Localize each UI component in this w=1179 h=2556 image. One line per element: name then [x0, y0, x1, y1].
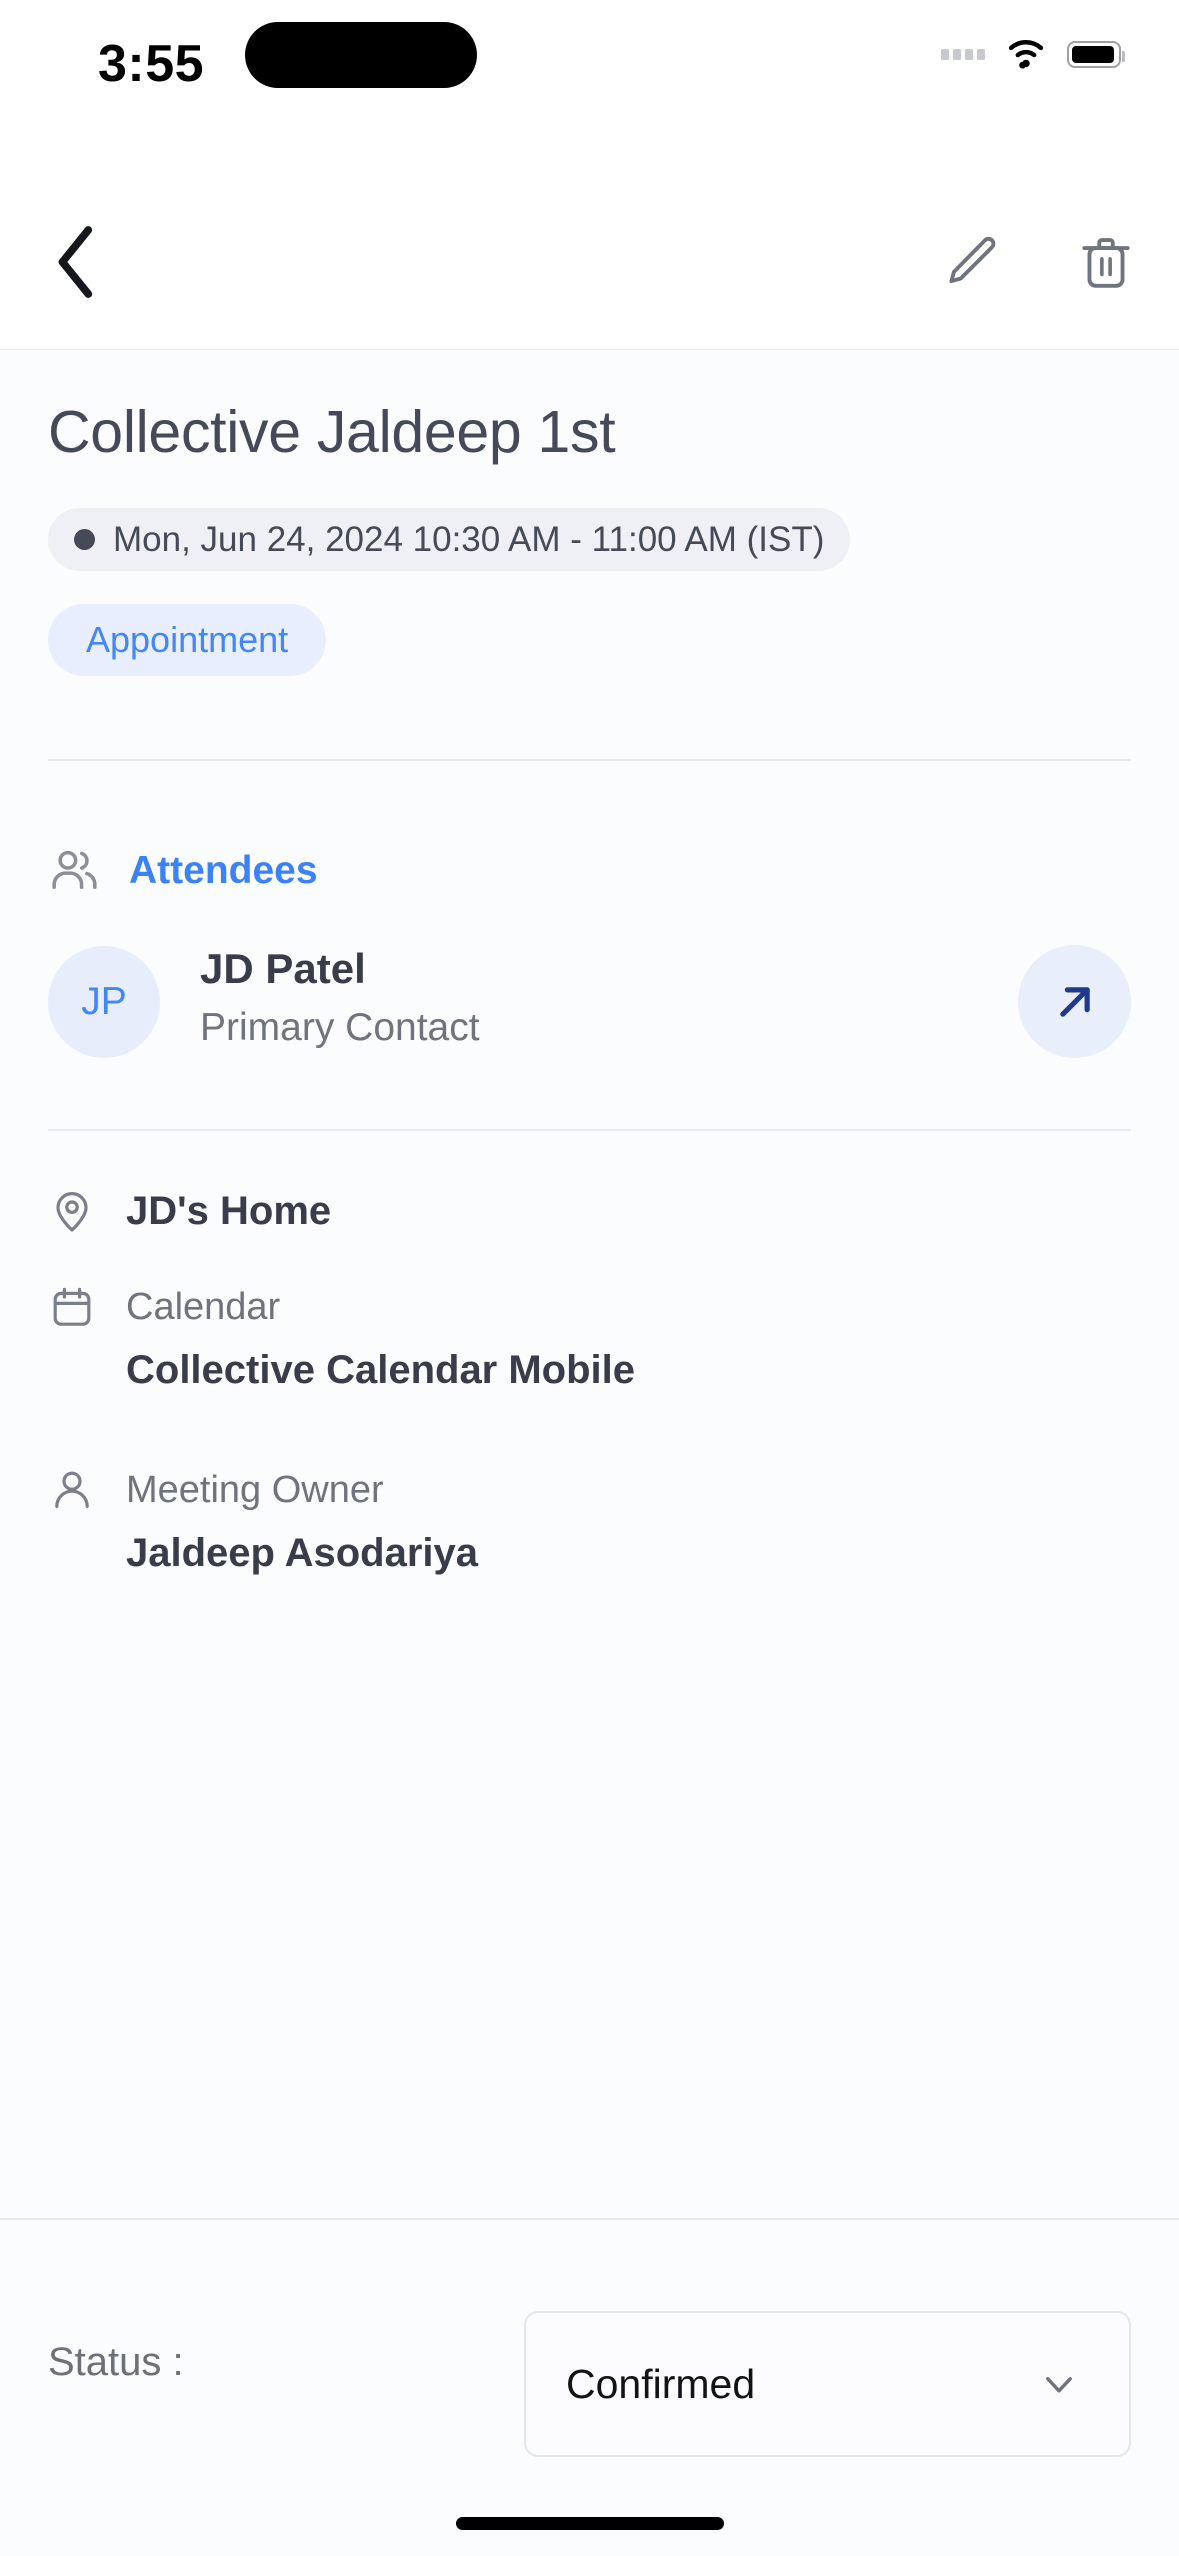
status-bar: 3:55 — [0, 0, 1179, 178]
meeting-owner-label: Meeting Owner — [126, 1468, 384, 1511]
page-title: Collective Jaldeep 1st — [48, 399, 616, 465]
avatar-initials: JP — [81, 980, 127, 1023]
status-dropdown-value: Confirmed — [566, 2360, 756, 2407]
wifi-icon — [1008, 40, 1044, 69]
attendee-row[interactable]: JP JD Patel Primary Contact — [48, 943, 1131, 1061]
navigation-actions — [931, 216, 1145, 308]
location-value: JD's Home — [126, 1188, 332, 1233]
users-icon — [52, 850, 97, 890]
signal-dots-icon — [941, 48, 985, 60]
attendee-name: JD Patel — [200, 945, 366, 992]
user-icon — [48, 1466, 96, 1514]
dynamic-island — [245, 22, 477, 88]
divider-top — [48, 759, 1131, 761]
location-row: JD's Home — [48, 1187, 331, 1235]
status-dropdown[interactable]: Confirmed — [524, 2311, 1131, 2457]
calendar-label: Calendar — [126, 1285, 281, 1328]
battery-full-icon — [1067, 40, 1125, 68]
map-pin-icon — [48, 1187, 96, 1235]
event-datetime-chip: Mon, Jun 24, 2024 10:30 AM - 11:00 AM (I… — [48, 508, 851, 571]
attendees-section-header: Attendees — [48, 844, 318, 897]
status-label: Status : — [48, 2340, 184, 2384]
calendar-row: Calendar Collective Calendar Mobile — [48, 1283, 635, 1393]
open-attendee-button[interactable] — [1018, 945, 1131, 1058]
event-datetime-text: Mon, Jun 24, 2024 10:30 AM - 11:00 AM (I… — [113, 519, 825, 559]
meeting-owner-row: Meeting Owner Jaldeep Asodariya — [48, 1466, 478, 1576]
attendee-role: Primary Contact — [200, 1006, 480, 1049]
divider-attendees — [48, 1129, 1131, 1131]
footer-status-bar: Status : Confirmed — [0, 2218, 1179, 2556]
status-bar-indicators — [941, 38, 1125, 70]
home-indicator — [455, 2517, 724, 2530]
back-button[interactable] — [30, 216, 122, 308]
delete-button[interactable] — [1067, 216, 1145, 308]
event-type-badge: Appointment — [48, 604, 327, 676]
avatar: JP — [48, 946, 160, 1058]
event-type-label: Appointment — [86, 619, 289, 660]
calendar-icon — [48, 1283, 96, 1331]
meeting-owner-value: Jaldeep Asodariya — [126, 1531, 479, 1575]
trash-icon — [1082, 238, 1130, 288]
chevron-down-icon — [1046, 2377, 1072, 2393]
attendees-section-label: Attendees — [129, 848, 318, 892]
event-details-content: Collective Jaldeep 1st Mon, Jun 24, 2024… — [0, 350, 1179, 2218]
phone-screen: 3:55 Collective Jaldeep 1st Mon, Jun 24,… — [0, 0, 1179, 2556]
navigation-bar — [0, 178, 1179, 350]
chevron-left-icon — [58, 226, 93, 298]
pencil-icon — [949, 236, 996, 284]
calendar-value: Collective Calendar Mobile — [126, 1348, 636, 1392]
event-status-dot-icon — [74, 529, 95, 550]
arrow-up-right-icon — [1059, 986, 1090, 1017]
edit-button[interactable] — [931, 216, 1009, 308]
